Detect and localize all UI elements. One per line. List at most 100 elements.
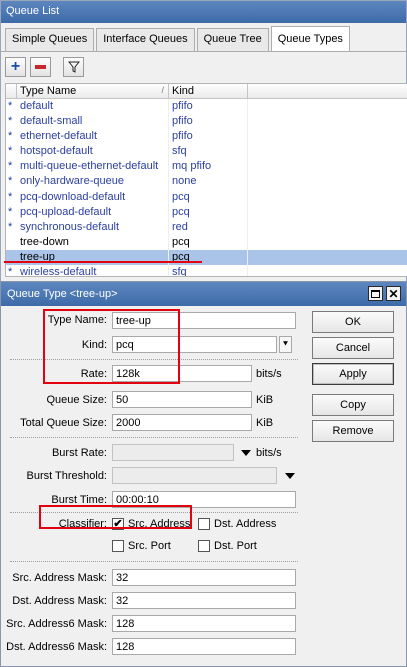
row-kind: red <box>169 219 248 235</box>
burst-threshold-dropdown-icon[interactable] <box>285 473 295 479</box>
minus-icon <box>35 65 46 69</box>
row-empty-cell <box>248 99 407 114</box>
row-dynamic-marker <box>6 235 17 250</box>
rate-unit: bits/s <box>256 368 282 380</box>
row-empty-cell <box>248 205 407 220</box>
row-dynamic-marker: * <box>8 160 13 173</box>
table-row[interactable]: * only-hardware-queue none <box>6 174 407 190</box>
row-empty-cell <box>248 265 407 276</box>
maximize-icon <box>371 289 380 298</box>
burst-rate-field[interactable] <box>112 444 234 461</box>
row-dynamic-marker: * <box>8 175 13 188</box>
empty-column-header <box>248 84 407 98</box>
dst-address6-mask-label: Dst. Address6 Mask: <box>6 641 107 653</box>
burst-rate-label: Burst Rate: <box>51 447 107 459</box>
table-row[interactable]: * multi-queue-ethernet-default mq pfifo <box>6 159 407 175</box>
row-type-name: tree-down <box>17 234 169 250</box>
filter-icon <box>67 61 80 73</box>
row-empty-cell <box>248 250 407 265</box>
queue-list-window: Queue List Simple Queues Interface Queue… <box>0 0 407 282</box>
row-dynamic-marker: * <box>8 205 13 218</box>
dst-address-checkbox[interactable] <box>198 518 210 530</box>
queue-size-field[interactable]: 50 <box>112 391 252 408</box>
dst-address-checkbox-label: Dst. Address <box>214 518 277 530</box>
row-kind: pfifo <box>169 129 248 145</box>
total-queue-size-field[interactable]: 2000 <box>112 414 252 431</box>
row-dynamic-marker: * <box>8 266 13 277</box>
burst-threshold-field[interactable] <box>112 467 277 484</box>
src-port-checkbox-label: Src. Port <box>128 540 171 552</box>
row-type-name: default <box>17 99 169 115</box>
row-dynamic-marker: * <box>8 190 13 203</box>
close-icon: ✕ <box>388 286 399 301</box>
row-kind: pcq <box>169 189 248 205</box>
row-empty-cell <box>248 114 407 129</box>
remove-button[interactable]: Remove <box>312 420 394 442</box>
src-address6-mask-field[interactable]: 128 <box>112 615 296 632</box>
row-kind: none <box>169 174 248 190</box>
row-kind: sfq <box>169 265 248 276</box>
row-type-name: pcq-download-default <box>17 189 169 205</box>
cancel-button[interactable]: Cancel <box>312 337 394 359</box>
row-kind: pfifo <box>169 99 248 115</box>
copy-button[interactable]: Copy <box>312 394 394 416</box>
dst-address6-mask-field[interactable]: 128 <box>112 638 296 655</box>
window-buttons: ✕ <box>368 286 401 301</box>
tab-interface-queues[interactable]: Interface Queues <box>96 28 195 51</box>
close-button[interactable]: ✕ <box>386 286 401 301</box>
burst-rate-dropdown-icon[interactable] <box>241 450 251 456</box>
table-row[interactable]: * pcq-download-default pcq <box>6 189 407 205</box>
total-queue-size-label: Total Queue Size: <box>20 417 107 429</box>
row-kind: sfq <box>169 144 248 160</box>
total-queue-size-unit: KiB <box>256 417 274 429</box>
row-empty-cell <box>248 190 407 205</box>
add-button[interactable]: + <box>5 57 26 77</box>
row-dynamic-marker: * <box>8 115 13 128</box>
row-dynamic-marker: * <box>8 130 13 143</box>
queue-types-table: Type Name / Kind * default pfifo * default-s… <box>5 83 407 277</box>
row-type-name: wireless-default <box>17 265 169 276</box>
row-empty-cell <box>248 129 407 144</box>
ok-button[interactable]: OK <box>312 311 394 333</box>
row-type-name: synchronous-default <box>17 219 169 235</box>
table-row[interactable]: * pcq-upload-default pcq <box>6 204 407 220</box>
row-dynamic-marker: * <box>8 220 13 233</box>
row-kind: pfifo <box>169 114 248 130</box>
src-address-mask-field[interactable]: 32 <box>112 569 296 586</box>
table-row[interactable]: * synchronous-default red <box>6 219 407 235</box>
separator <box>10 561 298 562</box>
filter-button[interactable] <box>63 57 84 77</box>
row-kind: pcq <box>169 204 248 220</box>
dst-address-mask-field[interactable]: 32 <box>112 592 296 609</box>
type-name-header-label: Type Name <box>20 85 77 97</box>
kind-column-header[interactable]: Kind <box>169 84 248 98</box>
burst-threshold-label: Burst Threshold: <box>26 470 107 482</box>
row-empty-cell <box>248 144 407 159</box>
table-row[interactable]: * default-small pfifo <box>6 114 407 130</box>
tab-simple-queues[interactable]: Simple Queues <box>5 28 95 51</box>
queue-list-titlebar: Queue List <box>1 1 406 23</box>
dst-port-checkbox[interactable] <box>198 540 210 552</box>
table-row[interactable]: * default pfifo <box>6 99 407 115</box>
burst-rate-unit: bits/s <box>256 447 282 459</box>
plus-icon: + <box>10 58 21 75</box>
row-type-name: multi-queue-ethernet-default <box>17 159 169 175</box>
table-row[interactable]: * hotspot-default sfq <box>6 144 407 160</box>
dst-port-checkbox-label: Dst. Port <box>214 540 257 552</box>
type-name-column-header[interactable]: Type Name / <box>17 84 169 98</box>
row-type-name: ethernet-default <box>17 129 169 145</box>
maximize-button[interactable] <box>368 286 383 301</box>
table-row[interactable]: * wireless-default sfq <box>6 265 407 277</box>
remove-button[interactable] <box>30 57 51 77</box>
src-port-checkbox[interactable] <box>112 540 124 552</box>
row-type-name: only-hardware-queue <box>17 174 169 190</box>
tab-queue-tree[interactable]: Queue Tree <box>196 28 269 51</box>
apply-button[interactable]: Apply <box>312 363 394 385</box>
tab-queue-types[interactable]: Queue Types <box>270 26 350 51</box>
table-row[interactable]: tree-down pcq <box>6 234 407 250</box>
marker-column-header <box>6 84 17 98</box>
tabs-divider <box>1 51 406 52</box>
kind-dropdown-icon[interactable]: ⯆ <box>279 336 292 353</box>
table-row[interactable]: * ethernet-default pfifo <box>6 129 407 145</box>
table-header: Type Name / Kind <box>6 84 407 99</box>
